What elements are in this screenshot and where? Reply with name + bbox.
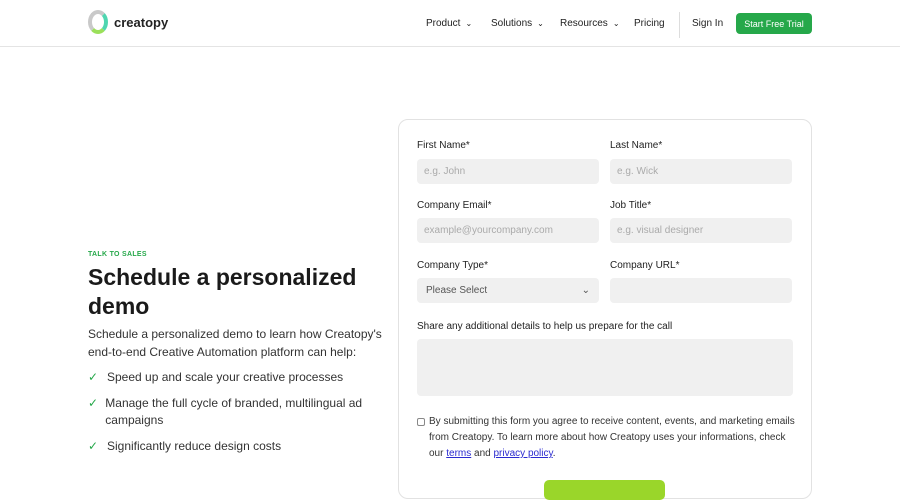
brand-name: creatopy (114, 14, 169, 30)
nav-divider (679, 12, 680, 38)
job-title-input[interactable]: e.g. visual designer (610, 218, 792, 243)
company-url-label: Company URL* (610, 260, 680, 271)
last-name-label: Last Name* (610, 140, 663, 151)
chevron-down-icon: ⌄ (612, 18, 620, 28)
submit-button[interactable] (544, 480, 665, 500)
company-type-label: Company Type* (417, 260, 488, 271)
check-icon: ✓ (88, 439, 99, 453)
chevron-down-icon: ⌄ (465, 18, 473, 28)
details-label: Share any additional details to help us … (417, 321, 673, 332)
first-name-label: First Name* (417, 140, 470, 151)
details-textarea[interactable] (417, 339, 793, 396)
page-title: Schedule a personalized demo (88, 264, 357, 319)
chevron-down-icon: ⌄ (537, 18, 544, 28)
chevron-down-icon: ⌄ (581, 285, 590, 296)
benefit-list: ✓ Speed up and scale your creative proces… (88, 369, 378, 464)
job-title-label: Job Title* (610, 200, 652, 211)
company-type-select[interactable]: Please Select ⌄ (417, 278, 599, 303)
email-input[interactable]: example@yourcompany.com (417, 218, 599, 243)
list-item: ✓ Significantly reduce design costs (88, 439, 282, 453)
list-item: ✓ Speed up and scale your creative proces… (88, 370, 344, 384)
logo-icon (88, 10, 108, 34)
nav-solutions[interactable]: Solutions ⌄ (491, 18, 544, 29)
company-url-input[interactable] (610, 278, 792, 303)
list-item: ✓ Manage the full cycle of branded, multi… (88, 396, 363, 427)
header: creatopy Product ⌄ Solutions ⌄ Resources ⌄ … (0, 0, 900, 47)
logo[interactable]: creatopy (88, 10, 168, 34)
last-name-input[interactable]: e.g. Wick (610, 159, 792, 184)
consent: By submitting this form you agree to rec… (417, 414, 797, 462)
nav-pricing[interactable]: Pricing (634, 18, 665, 29)
consent-checkbox[interactable] (417, 418, 425, 426)
check-icon: ✓ (88, 396, 99, 410)
privacy-policy-link[interactable]: privacy policy (493, 448, 552, 459)
nav-product[interactable]: Product ⌄ (426, 18, 472, 29)
start-free-trial-button[interactable]: Start Free Trial (736, 13, 812, 34)
check-icon: ✓ (88, 370, 99, 384)
email-label: Company Email* (417, 200, 492, 211)
description: Schedule a personalized demo to learn ho… (88, 327, 382, 359)
sign-in-link[interactable]: Sign In (692, 18, 723, 29)
nav-resources[interactable]: Resources ⌄ (560, 18, 620, 29)
first-name-input[interactable]: e.g. John (417, 159, 599, 184)
eyebrow: TALK TO SALES (88, 251, 147, 258)
terms-link[interactable]: terms (446, 448, 471, 459)
